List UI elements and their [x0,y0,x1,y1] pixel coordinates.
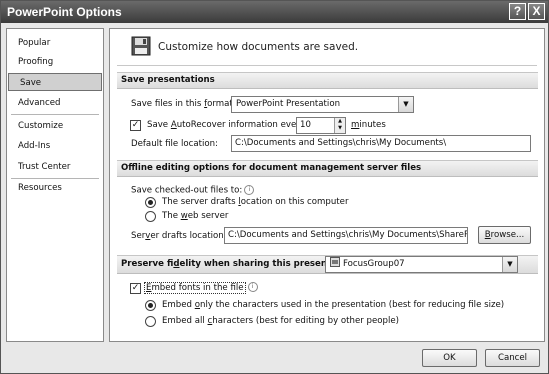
embed-all-characters-radio[interactable] [145,316,156,327]
presentation-file-icon [330,257,340,267]
info-icon: i [244,185,255,195]
sidebar-divider [11,114,99,115]
embed-all-characters-label: Embed all characters (best for editing b… [162,316,400,326]
help-button[interactable]: ? [509,3,526,20]
embed-fonts-checkbox[interactable]: ✓ [130,283,141,294]
browse-button[interactable]: Browse... [478,226,531,244]
sidebar-item-save[interactable]: Save [8,73,102,91]
drafts-location-label: Server drafts location: [131,231,227,241]
chevron-down-icon: ▼ [398,97,413,112]
options-sidebar: Popular Proofing Save Advanced Customize… [6,28,104,342]
autorecover-checkbox[interactable]: ✓ [130,120,141,131]
section-offline-editing: Offline editing options for document man… [117,160,538,177]
close-button[interactable]: X [528,3,545,20]
presentation-dropdown[interactable]: FocusGroup07 ▼ [325,256,518,273]
autorecover-minutes-value: 10 [300,120,311,130]
title-bar: PowerPoint Options ? X [1,1,548,23]
embed-used-characters-radio[interactable] [145,300,156,311]
web-server-radio[interactable] [145,211,156,222]
powerpoint-options-dialog: PowerPoint Options ? X Popular Proofing … [0,0,549,374]
autorecover-minutes-spinner[interactable]: 10 ▲ ▼ [296,117,346,134]
default-location-input[interactable]: C:\Documents and Settings\chris\My Docum… [231,135,531,152]
section-save-presentations: Save presentations [117,72,538,89]
save-format-dropdown[interactable]: PowerPoint Presentation ▼ [231,96,414,113]
server-drafts-label: The server drafts location on this compu… [162,197,349,207]
save-format-label: Save files in this format: [131,99,236,109]
drafts-location-input[interactable]: C:\Documents and Settings\chris\My Docum… [224,227,468,244]
sidebar-item-trust-center[interactable]: Trust Center [7,158,103,176]
autorecover-label: Save AutoRecover information every [147,120,305,130]
spinner-arrows-icon[interactable]: ▲ ▼ [334,118,345,133]
embed-fonts-label: Embed fonts in the file i [144,281,258,294]
chevron-down-icon: ▼ [502,257,517,272]
minutes-label: minutes [351,120,386,130]
sidebar-item-advanced[interactable]: Advanced [7,94,103,112]
embed-used-characters-label: Embed only the characters used in the pr… [162,300,505,310]
default-location-label: Default file location: [131,139,218,149]
window-title: PowerPoint Options [7,5,122,19]
save-options-panel: Customize how documents are saved. Save … [109,28,545,342]
sidebar-item-customize[interactable]: Customize [7,117,103,135]
server-drafts-radio[interactable] [145,197,156,208]
sidebar-item-add-ins[interactable]: Add-Ins [7,137,103,155]
sidebar-item-popular[interactable]: Popular [7,34,103,52]
floppy-disk-icon [131,36,151,56]
presentation-value: FocusGroup07 [343,259,405,269]
panel-heading: Customize how documents are saved. [158,41,359,53]
web-server-label: The web server [162,211,229,221]
cancel-button[interactable]: Cancel [485,349,540,367]
sidebar-item-proofing[interactable]: Proofing [7,53,103,71]
ok-button[interactable]: OK [422,349,477,367]
save-format-value: PowerPoint Presentation [236,99,341,109]
heading-divider [117,65,537,66]
sidebar-item-resources[interactable]: Resources [7,179,103,197]
checked-out-label: Save checked-out files to: i [131,185,255,196]
info-icon: i [247,282,258,292]
